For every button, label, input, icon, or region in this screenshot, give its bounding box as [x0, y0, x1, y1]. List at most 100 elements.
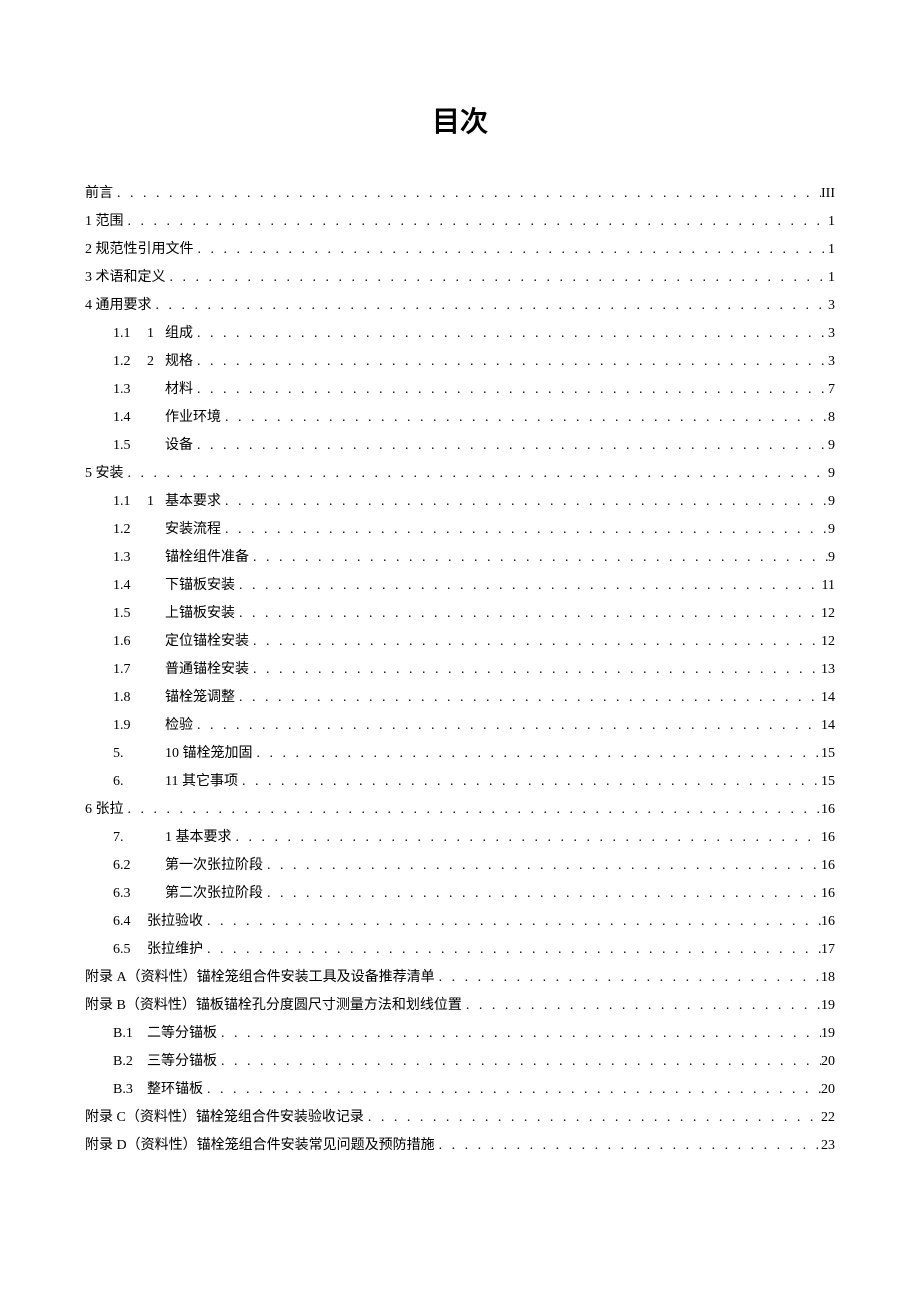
toc-entry: 1.6定位锚栓安装12 — [85, 628, 835, 656]
toc-entry-label: 1 范围 — [85, 208, 124, 236]
toc-entry-page: 9 — [828, 544, 835, 572]
toc-leader-dots — [263, 852, 821, 880]
toc-entry-label: 附录 A（资料性）锚栓笼组合件安装工具及设备推荐清单 — [85, 964, 435, 992]
toc-entry-number: 1.3 — [113, 376, 147, 404]
toc-entry-text: 张拉验收 — [147, 914, 203, 929]
toc-entry-number: 6.5 — [113, 936, 147, 964]
toc-entry-label: 6.4张拉验收 — [113, 908, 203, 936]
toc-entry-label: 1.5设备 — [113, 432, 193, 460]
toc-leader-dots — [113, 180, 821, 208]
toc-leader-dots — [238, 768, 821, 796]
toc-leader-dots — [203, 936, 821, 964]
toc-entry: 6 张拉16 — [85, 796, 835, 824]
toc-entry: 6.11 其它事项15 — [85, 768, 835, 796]
toc-entry-number: 6.3 — [113, 880, 147, 908]
toc-entry: 前言III — [85, 180, 835, 208]
toc-entry: 1.3材料 7 — [85, 376, 835, 404]
toc-leader-dots — [364, 1104, 821, 1132]
toc-entry-number: 1.6 — [113, 628, 147, 656]
toc-leader-dots — [124, 460, 829, 488]
toc-leader-dots — [235, 572, 822, 600]
toc-entry-page: 18 — [821, 964, 835, 992]
toc-leader-dots — [193, 712, 821, 740]
toc-entry-number: 1.4 — [113, 572, 147, 600]
toc-leader-dots — [193, 348, 828, 376]
toc-entry-text: 第二次张拉阶段 — [165, 886, 263, 901]
toc-leader-dots — [221, 516, 828, 544]
toc-entry: 6.2第一次张拉阶段16 — [85, 852, 835, 880]
toc-entry-label: 1.6 定位锚栓安装 — [113, 628, 249, 656]
toc-entry-text: 定位锚栓安装 — [165, 634, 249, 649]
toc-entry: B.3整环锚板 20 — [85, 1076, 835, 1104]
toc-entry-label: 1.3材料 — [113, 376, 193, 404]
toc-entry-text: 检验 — [165, 718, 193, 733]
toc-entry-label: 6.11 其它事项 — [113, 768, 238, 796]
toc-entry-number: 1.5 — [113, 600, 147, 628]
toc-leader-dots — [166, 264, 829, 292]
toc-entry-label: 1.5上锚板安装 — [113, 600, 235, 628]
toc-leader-dots — [193, 432, 828, 460]
toc-entry-label: 6.5张拉维护 — [113, 936, 203, 964]
toc-leader-dots — [217, 1048, 821, 1076]
toc-entry-page: 20 — [821, 1076, 835, 1104]
toc-title: 目次 — [85, 100, 835, 140]
toc-entry-text: 普通锚栓安装 — [165, 662, 249, 677]
toc-entry-page: 14 — [821, 712, 835, 740]
toc-entry: 1.11基本要求9 — [85, 488, 835, 516]
toc-leader-dots — [203, 908, 821, 936]
toc-entry: 5 安装 9 — [85, 460, 835, 488]
toc-entry: B.1二等分锚板19 — [85, 1020, 835, 1048]
toc-entry-page: 3 — [828, 320, 835, 348]
toc-leader-dots — [203, 1076, 821, 1104]
toc-entry-page: 7 — [828, 376, 835, 404]
toc-leader-dots — [435, 964, 821, 992]
toc-entry-text: 11 其它事项 — [165, 774, 238, 789]
toc-leader-dots — [124, 796, 822, 824]
toc-entry-label: 1.11组成 — [113, 320, 193, 348]
toc-entry-page: 16 — [821, 880, 835, 908]
toc-entry-number: B.2 — [113, 1048, 147, 1076]
toc-entry-text: 设备 — [165, 438, 193, 453]
toc-entry: 5.10 锚栓笼加固15 — [85, 740, 835, 768]
toc-entry-label: 附录 C（资料性）锚栓笼组合件安装验收记录 — [85, 1104, 364, 1132]
toc-entry-number: 6.2 — [113, 852, 147, 880]
toc-entry-label: 1.22规格 — [113, 348, 193, 376]
toc-entry-page: 20 — [821, 1048, 835, 1076]
toc-entry-page: 9 — [828, 460, 835, 488]
toc-entry-text: 锚栓笼调整 — [165, 690, 235, 705]
toc-entry-label: B.3整环锚板 — [113, 1076, 203, 1104]
toc-leader-dots — [249, 628, 821, 656]
toc-leader-dots — [232, 824, 822, 852]
toc-entry-page: 14 — [821, 684, 835, 712]
toc-entry-number: 1.9 — [113, 712, 147, 740]
toc-leader-dots — [435, 1132, 821, 1160]
toc-entry: 1.5上锚板安装12 — [85, 600, 835, 628]
toc-entry-label: 1.4下锚板安装 — [113, 572, 235, 600]
toc-entry-page: 16 — [821, 908, 835, 936]
toc-entry-number: 1.7 — [113, 656, 147, 684]
toc-leader-dots — [263, 880, 821, 908]
toc-entry-number: 1.3 — [113, 544, 147, 572]
toc-entry-page: 19 — [821, 1020, 835, 1048]
toc-entry-text: 基本要求 — [165, 494, 221, 509]
toc-entry-label: 6.3 第二次张拉阶段 — [113, 880, 263, 908]
toc-entry: 1.8锚栓笼调整14 — [85, 684, 835, 712]
toc-entry-number: 7. — [113, 824, 147, 852]
toc-entry-number: 6.4 — [113, 908, 147, 936]
toc-entry: 6.4张拉验收 16 — [85, 908, 835, 936]
toc-entry-label: 附录 B（资料性）锚板锚栓孔分度圆尺寸测量方法和划线位置 — [85, 992, 462, 1020]
toc-leader-dots — [194, 236, 829, 264]
toc-entry-text: 张拉维护 — [147, 942, 203, 957]
toc-entry-label: 6.2第一次张拉阶段 — [113, 852, 263, 880]
toc-leader-dots — [152, 292, 829, 320]
toc-entry-page: 16 — [821, 824, 835, 852]
toc-entry: 1 范围1 — [85, 208, 835, 236]
toc-entry-text: 规格 — [165, 354, 193, 369]
toc-entry-label: 5 安装 — [85, 460, 124, 488]
toc-entry-number: 1.1 — [113, 488, 147, 516]
toc-entry: 1.2安装流程9 — [85, 516, 835, 544]
toc-entry: 1.4下锚板安装 11 — [85, 572, 835, 600]
toc-entry-text: 安装流程 — [165, 522, 221, 537]
toc-entry-page: 11 — [822, 572, 835, 600]
toc-entry: 附录 D（资料性）锚栓笼组合件安装常见问题及预防措施23 — [85, 1132, 835, 1160]
